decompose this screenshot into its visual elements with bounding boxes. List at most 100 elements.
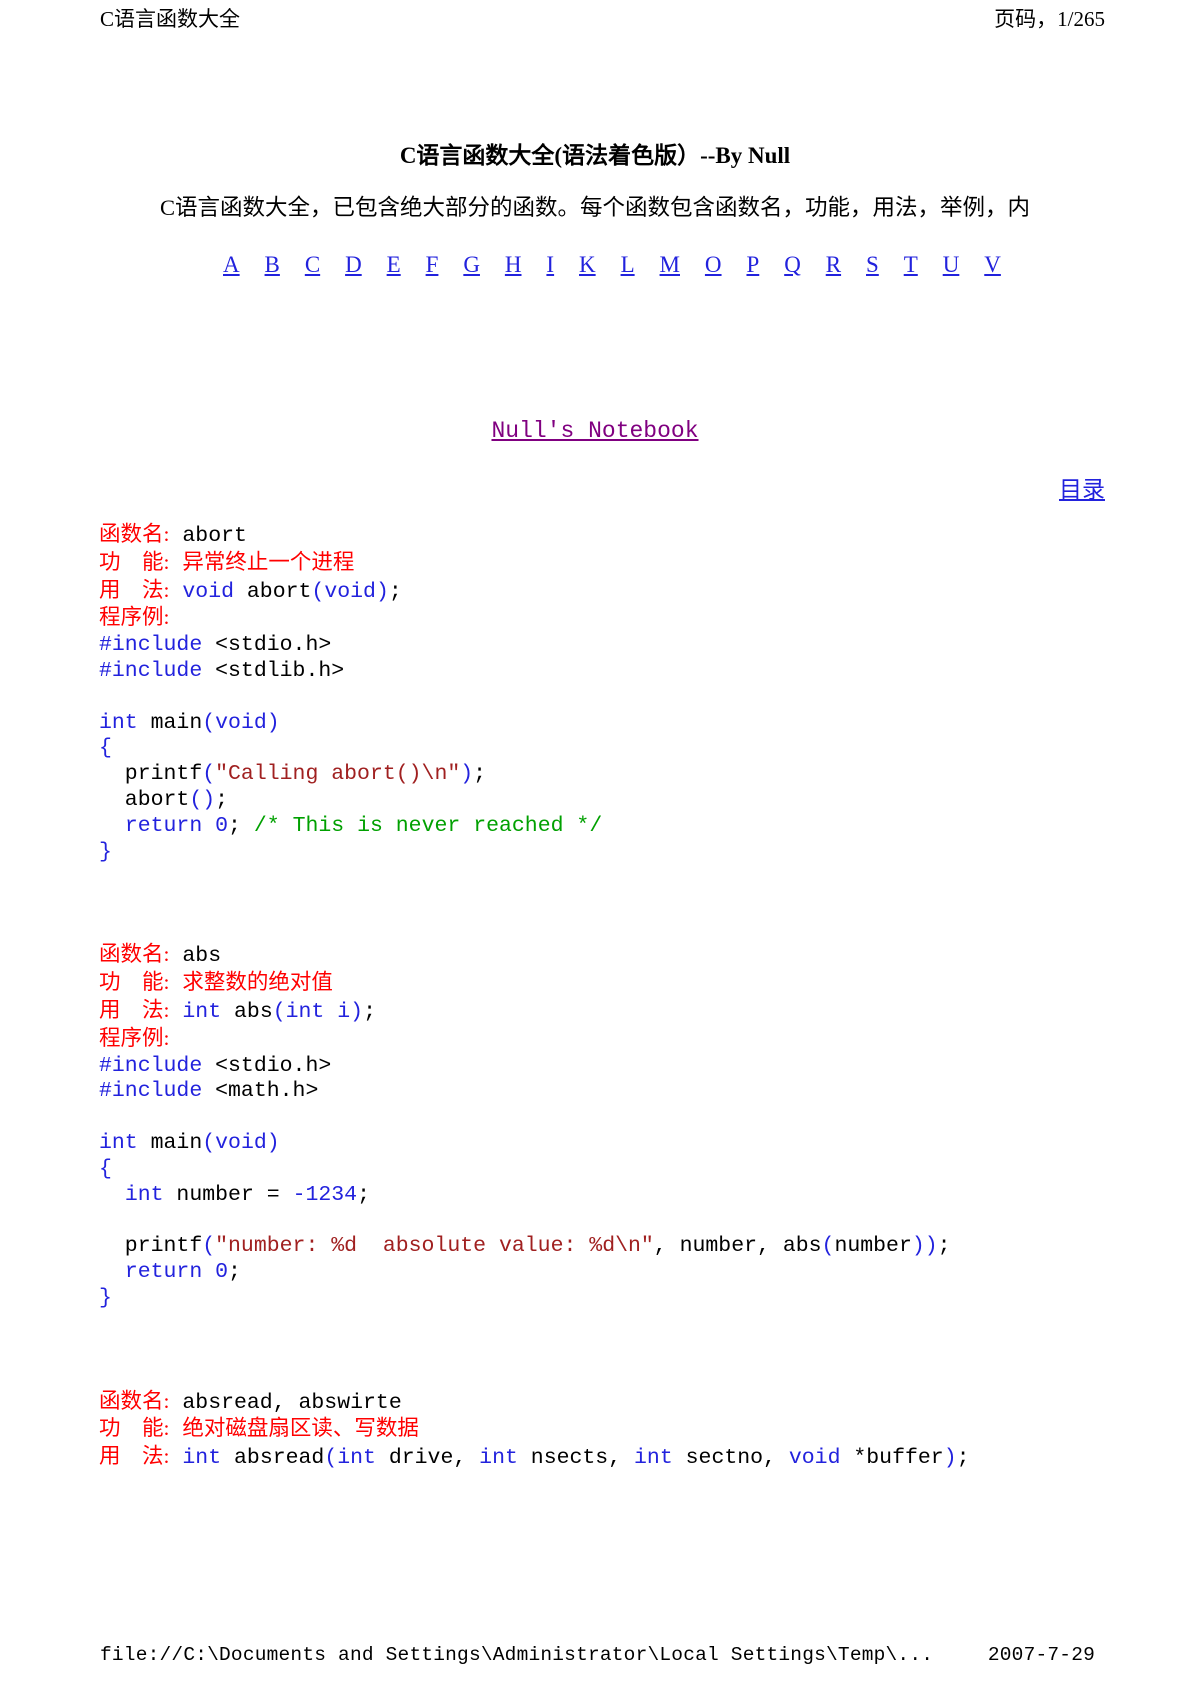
code-line: #include <math.h>	[99, 1079, 1159, 1105]
code-token-id: number =	[163, 1182, 293, 1207]
entry-purpose-line: 功 能: 绝对磁盘扇区读、写数据	[99, 1416, 1159, 1444]
alpha-link-m[interactable]: M	[659, 252, 681, 278]
alpha-link-e[interactable]: E	[386, 252, 402, 278]
alpha-link-p[interactable]: P	[745, 252, 760, 278]
toc-link[interactable]: 目录	[1059, 477, 1105, 502]
code-token-kw: (	[202, 762, 216, 787]
alpha-link-a[interactable]: A	[222, 252, 241, 278]
label-function-usage: 用 法:	[99, 997, 170, 1022]
alpha-link-h[interactable]: H	[504, 252, 523, 278]
code-token-kw: int	[124, 1182, 164, 1207]
alphabet-index: ABCDEFGHIKLMOPQRSTUV	[222, 252, 1002, 278]
alpha-link-c[interactable]: C	[304, 252, 321, 278]
usage-keyword: void	[182, 579, 234, 604]
entry-function-name: absread, abswirte	[169, 1390, 402, 1415]
label-function-purpose: 功 能:	[99, 549, 170, 574]
alpha-link-o[interactable]: O	[704, 252, 723, 278]
entry-function-purpose: 求整数的绝对值	[182, 970, 333, 995]
code-line: int main(void)	[99, 1131, 1159, 1157]
function-entry: 函数名: absread, abswirte 功 能: 绝对磁盘扇区读、写数据用 …	[99, 1389, 1159, 1472]
usage-token-kw: int	[479, 1446, 518, 1471]
entry-name-line: 函数名: abort	[99, 522, 1159, 550]
code-token-id: <stdio.h>	[215, 633, 332, 658]
usage-token-id: sectno,	[672, 1446, 789, 1471]
document-page: C语言函数大全 页码，1/265 C语言函数大全(语法着色版）--By Null…	[0, 0, 1190, 1684]
usage-paren-close: )	[375, 579, 389, 604]
alpha-link-t[interactable]: T	[903, 252, 919, 278]
entry-usage-line: 用 法: void abort(void);	[99, 578, 1159, 606]
entry-usage-line: 用 法: int abs(int i);	[99, 998, 1159, 1026]
page-header: C语言函数大全 页码，1/265	[100, 4, 1105, 34]
code-line: abort();	[99, 788, 1159, 814]
alpha-link-l[interactable]: L	[620, 252, 636, 278]
code-token-id: <stdlib.h>	[215, 658, 345, 683]
alpha-link-u[interactable]: U	[942, 252, 961, 278]
alpha-link-r[interactable]: R	[825, 252, 842, 278]
entry-function-name: abs	[169, 944, 222, 969]
alpha-link-b[interactable]: B	[264, 252, 281, 278]
code-token-id: ;	[473, 762, 487, 787]
code-token-id: <stdio.h>	[215, 1053, 332, 1078]
page-description: C语言函数大全，已包含绝大部分的函数。每个函数包含函数名，功能，用法，举例，内	[160, 195, 1031, 220]
code-token-id: printf	[99, 1234, 203, 1259]
usage-token-id: absread	[221, 1446, 325, 1471]
code-line: int number = -1234;	[99, 1183, 1159, 1209]
usage-token-kw: int	[634, 1446, 673, 1471]
code-token-kw: return	[124, 813, 203, 838]
code-token-id: ;	[215, 787, 229, 812]
entry-example-label-line: 程序例:	[99, 1026, 1159, 1054]
alpha-link-f[interactable]: F	[425, 252, 440, 278]
label-function-usage: 用 法:	[99, 577, 170, 602]
usage-token-id: drive,	[375, 1446, 480, 1471]
code-line: return 0; /* This is never reached */	[99, 814, 1159, 840]
entry-function-purpose: 异常终止一个进程	[182, 549, 355, 574]
code-token-id: ;	[228, 813, 254, 838]
code-token-kw: void	[215, 1130, 267, 1155]
code-token-kw: #include	[99, 658, 216, 683]
code-token-kw: ))	[911, 1234, 938, 1259]
code-line: int main(void)	[99, 711, 1159, 737]
code-line: {	[99, 1157, 1159, 1183]
alpha-link-s[interactable]: S	[865, 252, 880, 278]
function-entry: 函数名: abort 功 能: 异常终止一个进程用 法: void abort(v…	[99, 522, 1159, 865]
toc-link-wrap: 目录	[1059, 470, 1105, 504]
alpha-link-d[interactable]: D	[344, 252, 363, 278]
code-token-kw: (	[202, 1234, 216, 1259]
code-token-kw: (	[202, 1130, 216, 1155]
page-footer: file://C:\Documents and Settings\Adminis…	[100, 1644, 1105, 1666]
alpha-link-g[interactable]: G	[462, 252, 481, 278]
alpha-link-i[interactable]: I	[545, 252, 555, 278]
label-function-name: 函数名:	[99, 522, 170, 546]
alpha-link-q[interactable]: Q	[783, 252, 802, 278]
alpha-link-k[interactable]: K	[578, 252, 597, 278]
alpha-link-v[interactable]: V	[983, 252, 1002, 278]
code-token-kw: (	[821, 1234, 835, 1259]
usage-paren-open: (	[272, 999, 286, 1024]
code-line: }	[99, 840, 1159, 866]
header-page-number: 页码，1/265	[994, 7, 1105, 31]
code-token-id	[202, 814, 215, 838]
code-token-kw: #include	[99, 633, 216, 658]
code-token-id: main	[137, 1130, 203, 1155]
usage-token-kw: (	[324, 1446, 338, 1471]
code-token-kw: int	[99, 1130, 138, 1155]
code-token-kw: ()	[189, 787, 216, 812]
label-function-name: 函数名:	[99, 1388, 170, 1413]
notebook-link[interactable]: Null's Notebook	[491, 418, 698, 444]
notebook-link-wrap: Null's Notebook	[0, 418, 1190, 444]
footer-file-path: file://C:\Documents and Settings\Adminis…	[100, 1644, 934, 1666]
code-line: printf("Calling abort()\n");	[99, 762, 1159, 788]
code-token-kw: int	[99, 710, 138, 735]
code-line: }	[99, 1286, 1159, 1312]
code-token-kw: )	[460, 762, 474, 787]
usage-keyword: int	[182, 999, 222, 1024]
usage-token-id: ;	[956, 1446, 970, 1471]
code-token-kw: )	[266, 1130, 280, 1155]
code-token-com: /* This is never reached */	[253, 813, 603, 838]
